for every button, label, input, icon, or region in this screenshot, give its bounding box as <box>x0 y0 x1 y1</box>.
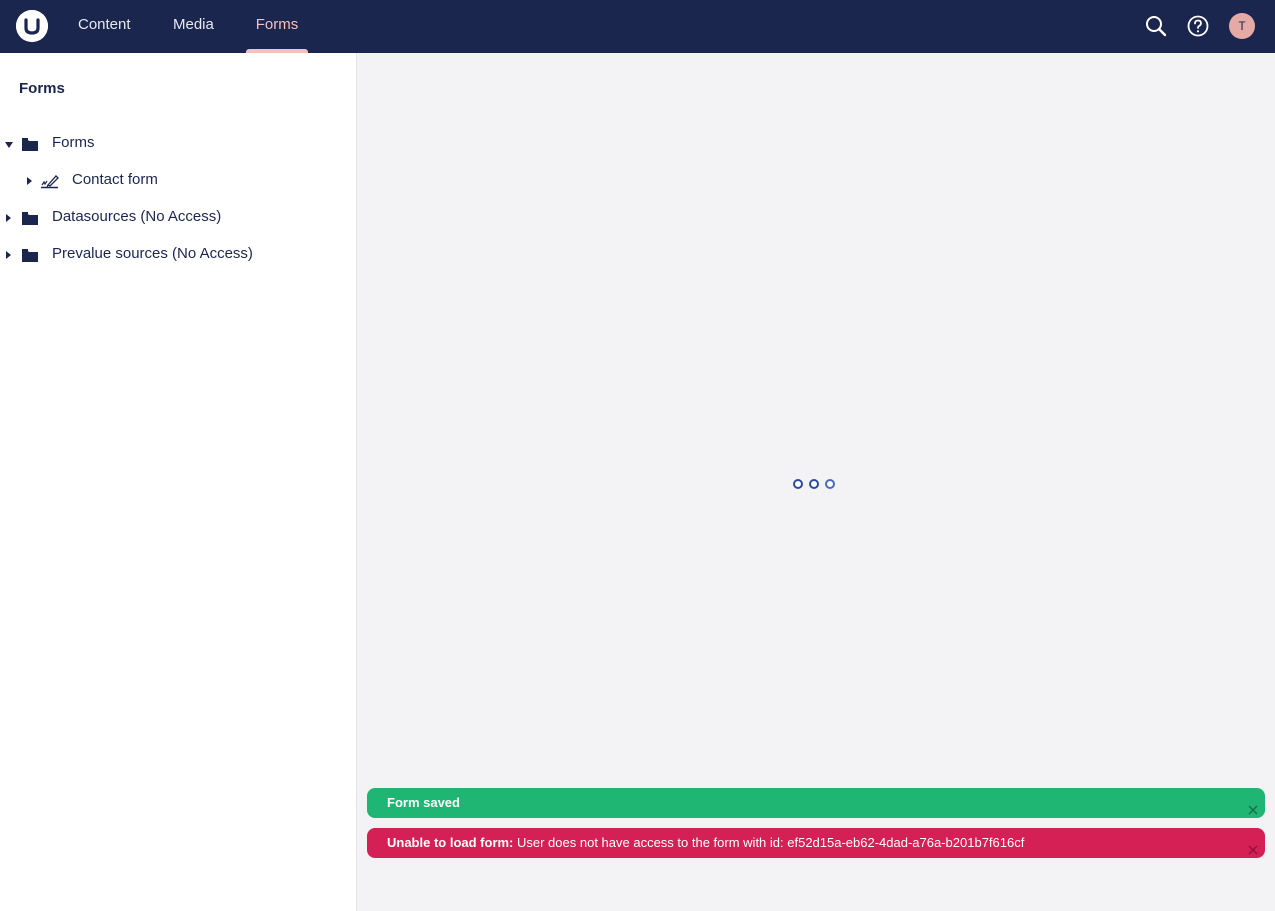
search-icon[interactable] <box>1144 14 1168 38</box>
loader-dot <box>809 479 819 489</box>
tree-item-label: Contact form <box>72 171 158 188</box>
caret-right-icon[interactable] <box>6 214 11 222</box>
tree-item-label: Forms <box>52 134 95 151</box>
tree-item-forms[interactable]: Forms <box>0 130 356 160</box>
user-avatar[interactable]: T <box>1229 13 1255 39</box>
top-bar: Content Media Forms T <box>0 0 1275 53</box>
notification-error: Unable to load form: User does not have … <box>367 828 1265 858</box>
sidebar-title: Forms <box>19 80 65 97</box>
close-icon[interactable] <box>1247 837 1259 855</box>
caret-right-icon[interactable] <box>6 251 11 259</box>
nav-content[interactable]: Content <box>67 0 142 53</box>
loader-dot <box>825 479 835 489</box>
folder-icon <box>21 136 39 152</box>
tree-item-prevalue-sources[interactable]: Prevalue sources (No Access) <box>0 241 356 271</box>
nav-media[interactable]: Media <box>162 0 225 53</box>
close-icon[interactable] <box>1247 797 1259 815</box>
caret-right-icon[interactable] <box>27 177 32 185</box>
form-icon <box>40 173 60 189</box>
tree-item-label: Datasources (No Access) <box>52 208 222 225</box>
folder-icon <box>21 210 39 226</box>
sidebar: Forms Forms Contact form Datasources (No… <box>0 53 357 911</box>
umbraco-logo-icon[interactable] <box>16 10 48 42</box>
notification-success: Form saved <box>367 788 1265 818</box>
tree-item-contact-form[interactable]: Contact form <box>0 167 356 197</box>
loading-indicator <box>793 479 843 491</box>
tree-item-label: Prevalue sources (No Access) <box>52 245 253 262</box>
help-icon[interactable] <box>1186 14 1210 38</box>
main-panel: Form saved Unable to load form: User doe… <box>357 53 1275 911</box>
notification-title: Unable to load form: <box>387 835 514 850</box>
folder-icon <box>21 247 39 263</box>
nav-forms[interactable]: Forms <box>246 0 308 53</box>
tree-item-datasources[interactable]: Datasources (No Access) <box>0 204 356 234</box>
caret-down-icon[interactable] <box>5 142 13 148</box>
notification-text: User does not have access to the form wi… <box>513 835 1025 850</box>
notification-text: Form saved <box>387 795 460 810</box>
loader-dot <box>793 479 803 489</box>
